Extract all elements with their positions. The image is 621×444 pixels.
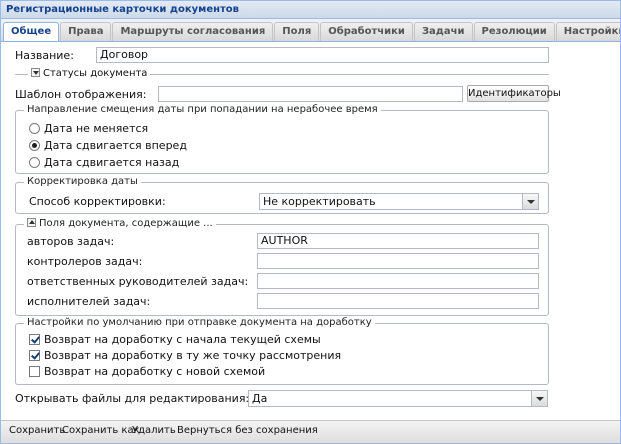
- authors-input[interactable]: AUTHOR: [257, 233, 539, 249]
- tab-general[interactable]: Общее: [3, 22, 60, 41]
- date-correction-legend: Корректировка даты: [24, 176, 141, 187]
- rework-same-point-checkbox[interactable]: [29, 350, 40, 361]
- rework-same-point-label: Возврат на доработку в ту же точку рассм…: [44, 349, 342, 362]
- footer-toolbar: Сохранить Сохранить как Удалить Вернутьс…: [1, 420, 620, 443]
- delete-button[interactable]: Удалить: [132, 425, 176, 436]
- executors-input[interactable]: [257, 293, 539, 309]
- tab-handlers[interactable]: Обработчики: [320, 22, 413, 41]
- rework-new-scheme-checkbox[interactable]: [29, 366, 40, 377]
- template-input[interactable]: [158, 86, 463, 102]
- back-without-saving-button[interactable]: Вернуться без сохранения: [177, 425, 318, 436]
- open-files-select[interactable]: Да: [248, 390, 548, 407]
- correction-method-label: Способ корректировки:: [29, 195, 166, 208]
- controllers-input[interactable]: [257, 253, 539, 269]
- collapse-icon[interactable]: [27, 218, 36, 227]
- doc-fields-section[interactable]: Поля документа, содержащие ...: [24, 218, 216, 229]
- correction-method-select[interactable]: Не корректировать: [259, 193, 539, 210]
- date-shift-radio-none[interactable]: [29, 123, 40, 134]
- doc-fields-legend: Поля документа, содержащие ...: [39, 218, 213, 229]
- tab-rights[interactable]: Права: [60, 22, 112, 41]
- window: Регистрационные карточки документов Обще…: [0, 0, 621, 444]
- rework-from-start-checkbox[interactable]: [29, 334, 40, 345]
- window-title: Регистрационные карточки документов: [1, 1, 620, 19]
- tab-resolutions[interactable]: Резолюции: [473, 22, 555, 41]
- date-shift-radio-forward[interactable]: [29, 140, 40, 151]
- correction-method-value: Не корректировать: [263, 195, 376, 208]
- template-label: Шаблон отображения:: [15, 88, 147, 101]
- expand-icon[interactable]: [31, 68, 40, 77]
- open-files-label: Открывать файлы для редактирования:: [15, 392, 250, 405]
- authors-label: авторов задач:: [27, 235, 115, 248]
- statuses-legend: Статусы документа: [43, 68, 148, 79]
- name-input[interactable]: Договор: [96, 47, 549, 63]
- tab-approval-routes[interactable]: Маршруты согласования: [112, 22, 274, 41]
- chevron-down-icon[interactable]: [522, 194, 538, 209]
- chevron-down-icon[interactable]: [531, 391, 547, 406]
- date-shift-legend: Направление смещения даты при попадании …: [24, 104, 381, 115]
- name-label: Название:: [15, 49, 74, 62]
- save-button[interactable]: Сохранить: [9, 425, 65, 436]
- date-shift-radio-back[interactable]: [29, 157, 40, 168]
- controllers-label: контролеров задач:: [27, 255, 143, 268]
- identifiers-button[interactable]: Идентификаторы: [467, 85, 561, 102]
- executors-label: исполнителей задач:: [27, 295, 151, 308]
- rework-new-scheme-label: Возврат на доработку с новой схемой: [44, 365, 266, 378]
- managers-input[interactable]: [257, 273, 539, 289]
- rework-from-start-label: Возврат на доработку с начала текущей сх…: [44, 333, 321, 346]
- save-as-button[interactable]: Сохранить как: [62, 425, 140, 436]
- managers-label: ответственных руководителей задач:: [27, 275, 249, 288]
- tab-fields[interactable]: Поля: [274, 22, 320, 41]
- rework-legend: Настройки по умолчанию при отправке доку…: [24, 317, 375, 328]
- date-shift-label-forward: Дата сдвигается вперед: [44, 139, 187, 152]
- tab-strip: Общее Права Маршруты согласования Поля Обраб…: [1, 19, 620, 42]
- tab-mail-notifications[interactable]: Настройки почтовых уведомлений: [555, 22, 620, 41]
- tab-tasks[interactable]: Задачи: [413, 22, 473, 41]
- general-panel: Название: Договор Статусы документа Шабл…: [1, 42, 620, 418]
- date-shift-label-none: Дата не меняется: [44, 122, 149, 135]
- statuses-section[interactable]: Статусы документа: [28, 68, 151, 79]
- date-shift-label-back: Дата сдвигается назад: [44, 156, 180, 169]
- open-files-value: Да: [252, 392, 268, 405]
